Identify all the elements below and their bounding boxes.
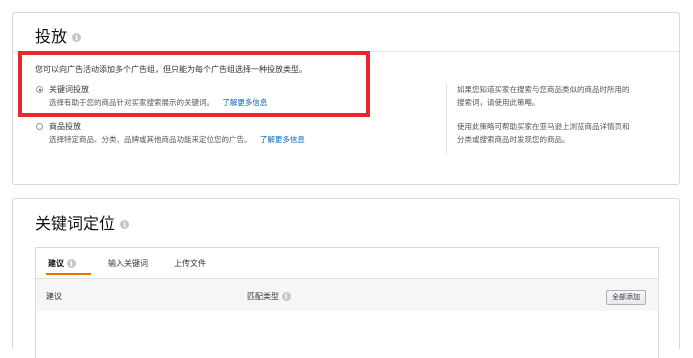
active-tab-indicator: [46, 273, 91, 275]
product-targeting-desc: 选择特定商品、分类、品牌或其他商品功能来定位您的广告。: [49, 135, 252, 144]
tab-upload-file[interactable]: 上传文件: [174, 258, 206, 269]
table-header: 建议 匹配类型 i 全部添加: [36, 278, 658, 311]
add-all-button[interactable]: 全部添加: [606, 290, 646, 305]
product-help-line1: 使用此策略可帮助买家在亚马逊上浏览商品详情页和: [457, 122, 630, 131]
info-icon[interactable]: i: [66, 259, 76, 268]
targeting-type-title: 投放: [35, 27, 68, 46]
help-divider: [446, 119, 447, 155]
col-match-type: 匹配类型: [247, 292, 279, 301]
keyword-targeting-title: 关键词定位: [35, 214, 116, 233]
keyword-help-line2: 搜索词，请使用此策略。: [457, 98, 540, 107]
tab-suggestions-label: 建议: [48, 259, 64, 268]
info-icon[interactable]: i: [281, 292, 291, 301]
keyword-help-line1: 如果您知道买家在搜索与您商品类似的商品时所用的: [457, 85, 630, 94]
learn-more-link[interactable]: 了解更多信息: [260, 135, 305, 144]
col-suggestion: 建议: [46, 292, 62, 301]
help-divider: [446, 83, 447, 119]
info-icon[interactable]: i: [72, 33, 82, 42]
product-targeting-radio[interactable]: [36, 123, 43, 130]
keyword-targeting-panel: 关键词定位 i 建议 i 输入关键词 上传文件 建议 匹配类型 i 全部添加: [12, 198, 680, 358]
info-icon[interactable]: i: [120, 220, 130, 229]
tab-enter-keywords[interactable]: 输入关键词: [108, 258, 148, 269]
tab-suggestions[interactable]: 建议 i: [48, 258, 76, 269]
product-help-line2: 分类或搜索商品时发现您的商品。: [457, 135, 570, 144]
highlight-box: [18, 51, 370, 117]
keyword-tabs-container: 建议 i 输入关键词 上传文件 建议 匹配类型 i 全部添加: [35, 247, 659, 358]
product-targeting-label[interactable]: 商品投放: [49, 121, 81, 132]
